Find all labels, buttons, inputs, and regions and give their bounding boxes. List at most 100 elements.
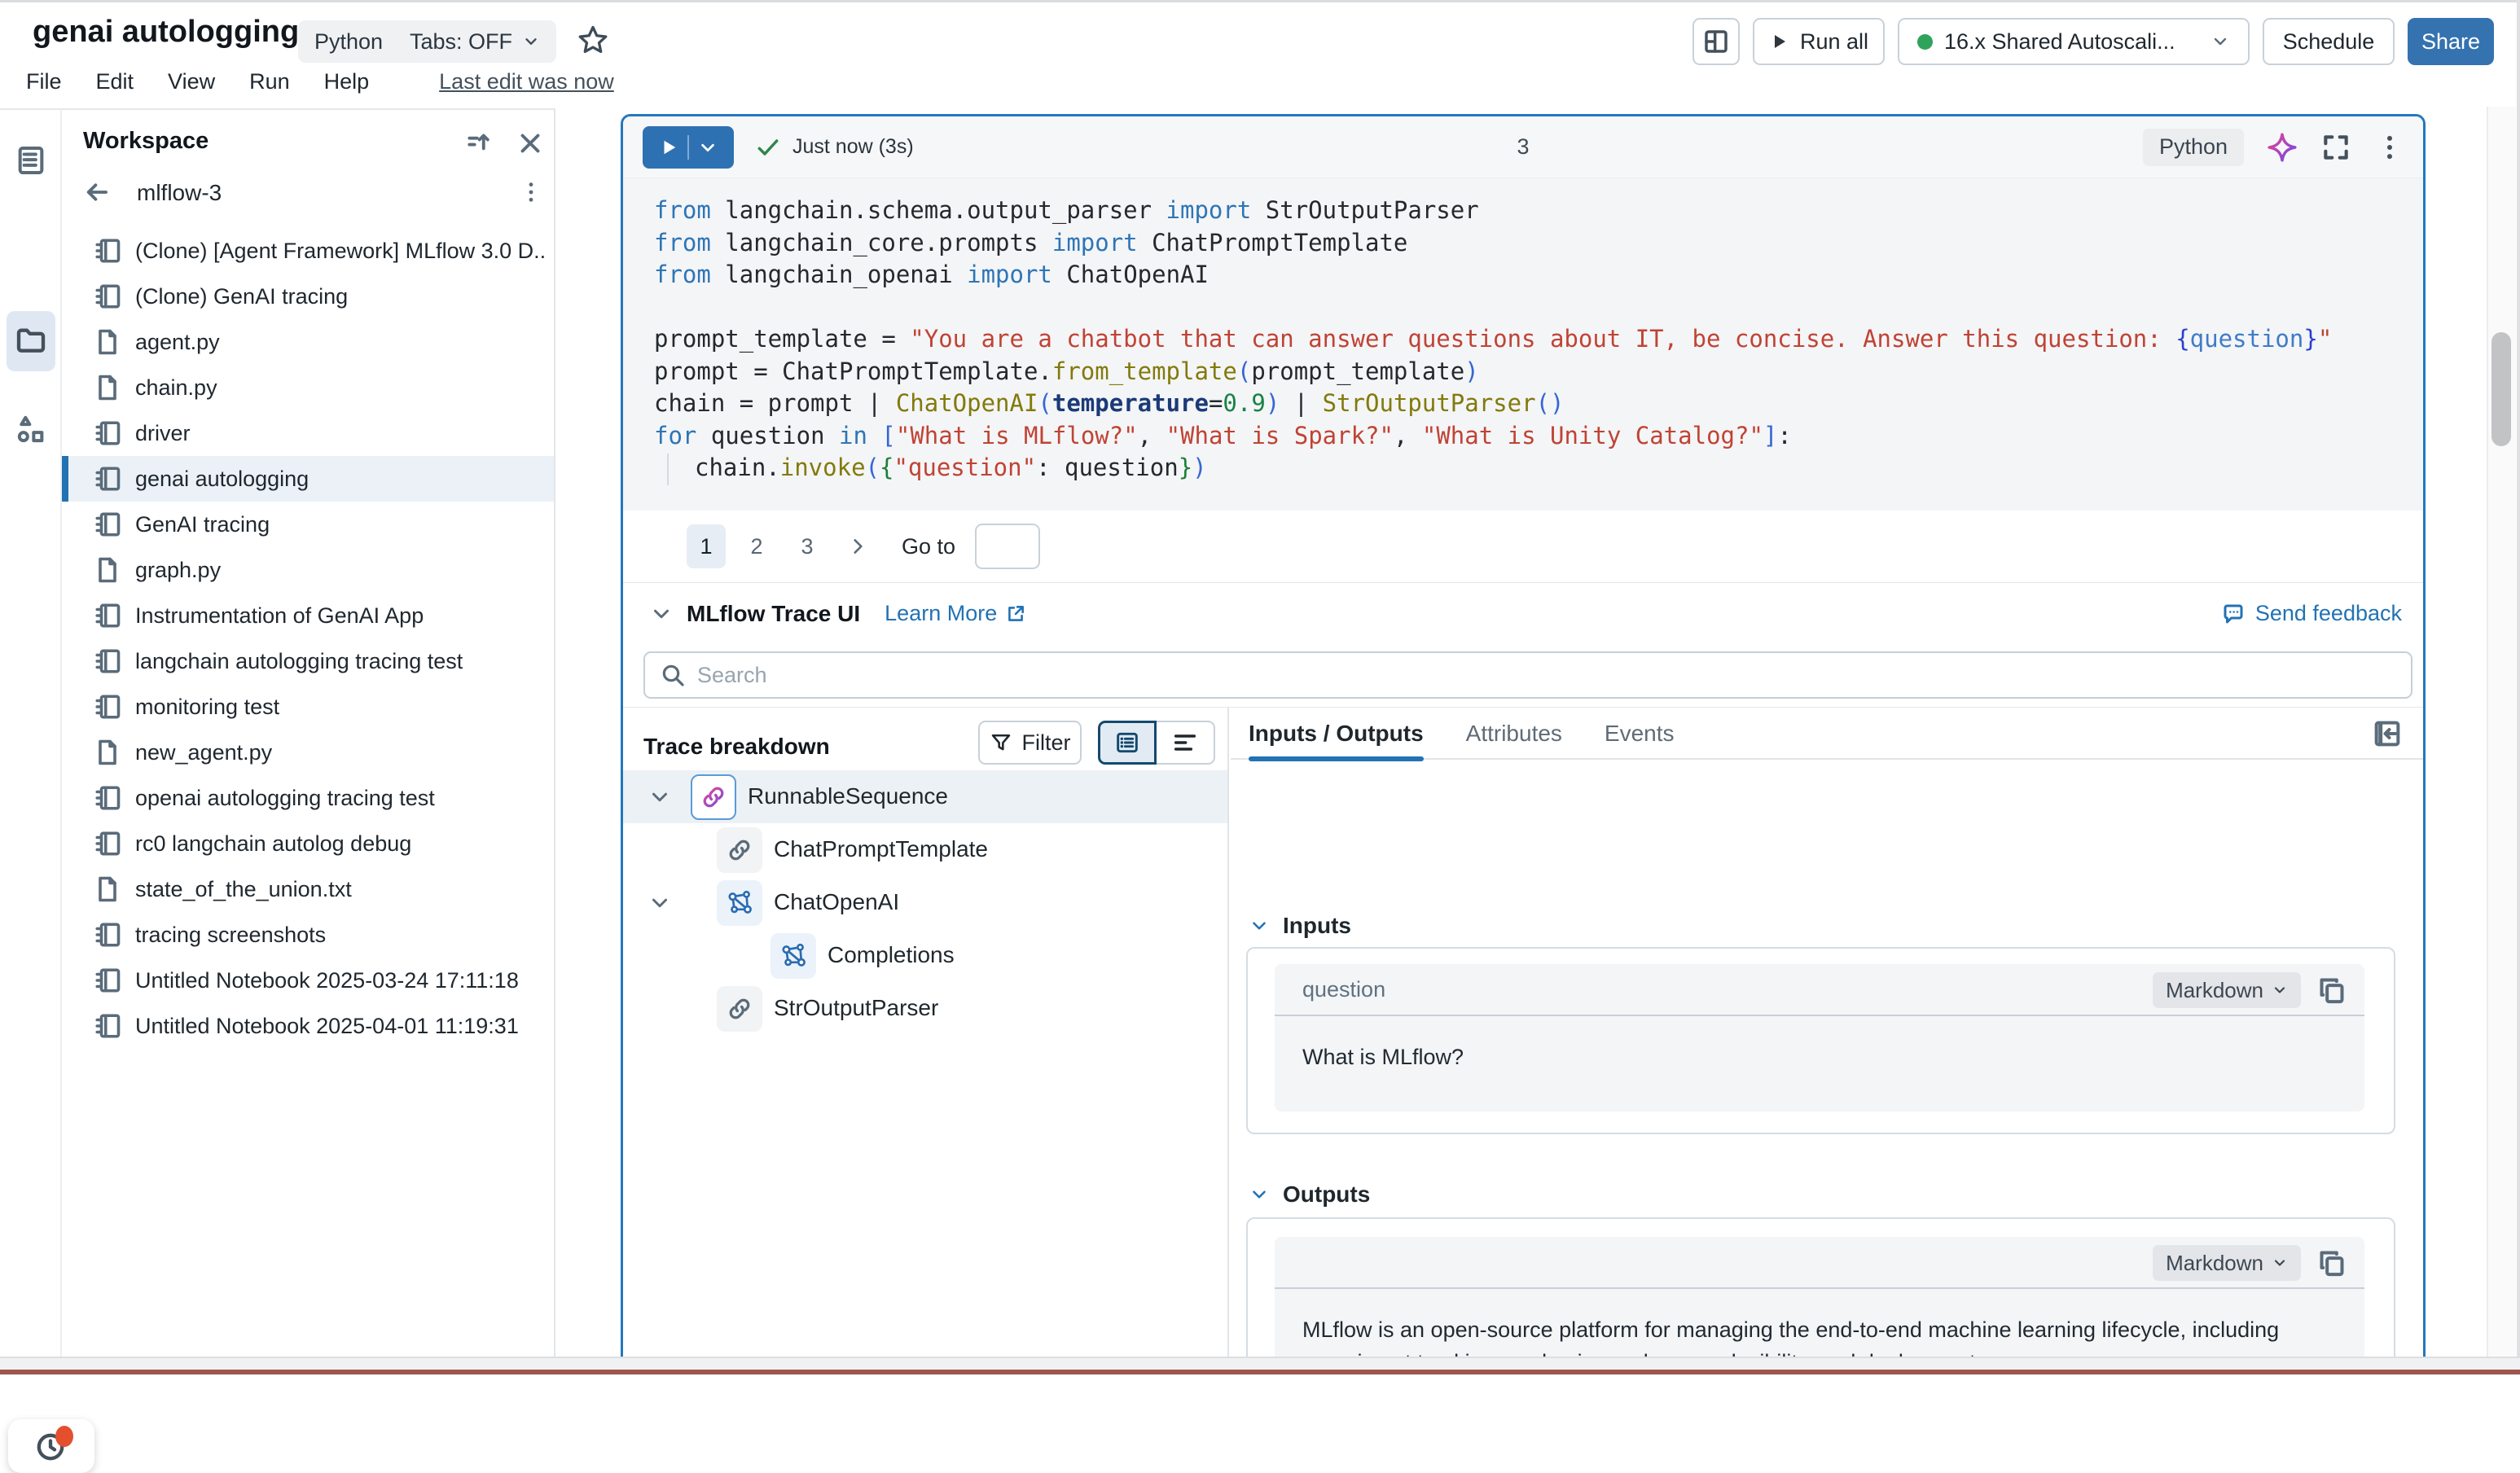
workspace-item[interactable]: (Clone) GenAI tracing <box>62 274 554 319</box>
cluster-name: 16.x Shared Autoscali... <box>1944 29 2199 55</box>
workspace-item-label: Instrumentation of GenAI App <box>135 603 546 629</box>
trace-span-runnablesequence[interactable]: RunnableSequence <box>623 770 1227 823</box>
workspace-folder-icon[interactable] <box>15 325 47 357</box>
workspace-item[interactable]: rc0 langchain autolog debug <box>62 821 554 866</box>
tabs-toggle[interactable]: Tabs: OFF <box>393 20 556 63</box>
folder-kebab-menu-icon[interactable] <box>518 177 544 208</box>
menu-edit[interactable]: Edit <box>96 69 134 94</box>
workspace-item[interactable]: graph.py <box>62 547 554 593</box>
cell-language-label: Python <box>2159 134 2228 160</box>
workspace-item[interactable]: monitoring test <box>62 684 554 730</box>
left-icon-rail <box>0 108 62 1357</box>
scrollbar-thumb[interactable] <box>2491 332 2511 446</box>
collapse-panel-icon[interactable] <box>2371 717 2404 750</box>
tab-attributes[interactable]: Attributes <box>1466 708 1562 760</box>
filter-button[interactable]: Filter <box>978 721 1082 765</box>
run-all-button[interactable]: Run all <box>1753 18 1885 65</box>
menu-run[interactable]: Run <box>249 69 290 94</box>
notebook-icon <box>93 966 122 995</box>
workspace-item[interactable]: state_of_the_union.txt <box>62 866 554 912</box>
detail-view-toggle[interactable] <box>1098 721 1157 765</box>
outputs-field-header: Markdown <box>1275 1237 2364 1289</box>
render-format-dropdown[interactable]: Markdown <box>2153 1245 2301 1281</box>
inputs-card: question Markdown What is MLflow? <box>1246 947 2395 1134</box>
timeline-view-toggle[interactable] <box>1157 721 1215 765</box>
next-page-button[interactable] <box>838 524 877 568</box>
notebook-icon <box>93 1011 122 1041</box>
share-button[interactable]: Share <box>2408 18 2494 65</box>
notebook-list-icon[interactable] <box>15 144 47 177</box>
trace-span-chatprompttemplate[interactable]: ChatPromptTemplate <box>623 823 1227 876</box>
render-format-value: Markdown <box>2166 978 2263 1003</box>
last-edit-link[interactable]: Last edit was now <box>439 69 614 94</box>
trace-breakdown-pane: Trace breakdown Filter RunnableSequenceC… <box>623 708 1229 1357</box>
experiments-icon[interactable] <box>15 413 47 445</box>
workspace-item[interactable]: GenAI tracing <box>62 502 554 547</box>
inputs-section-header[interactable]: Inputs <box>1249 913 1351 939</box>
notebook-icon <box>93 920 122 949</box>
workspace-item[interactable]: tracing screenshots <box>62 912 554 958</box>
render-format-value: Markdown <box>2166 1251 2263 1276</box>
scrollbar-track[interactable] <box>2487 107 2516 1357</box>
trace-span-chatopenai[interactable]: ChatOpenAI <box>623 876 1227 929</box>
sort-icon[interactable] <box>464 128 495 159</box>
chevron-down-icon <box>1249 915 1270 936</box>
chevron-down-icon[interactable] <box>648 785 672 809</box>
send-feedback-link[interactable]: Send feedback <box>2221 601 2402 626</box>
workspace-item-label: openai autologging tracing test <box>135 786 546 811</box>
chevron-down-icon[interactable] <box>648 891 672 915</box>
cell-code-editor[interactable]: from langchain.schema.output_parser impo… <box>623 178 2423 511</box>
code-line: prompt = ChatPromptTemplate.from_templat… <box>654 356 2332 388</box>
cluster-selector[interactable]: 16.x Shared Autoscali... <box>1898 18 2250 65</box>
notebook-icon <box>93 236 122 265</box>
collapse-chevron-icon[interactable] <box>649 602 674 626</box>
workspace-item[interactable]: Untitled Notebook 2025-04-01 11:19:31 <box>62 1003 554 1049</box>
menu-view[interactable]: View <box>168 69 215 94</box>
expand-fullscreen-icon[interactable] <box>2320 132 2351 163</box>
schedule-button[interactable]: Schedule <box>2263 18 2395 65</box>
page-button-3[interactable]: 3 <box>788 524 827 568</box>
workspace-item[interactable]: agent.py <box>62 319 554 365</box>
recents-clock-button[interactable] <box>8 1419 94 1473</box>
workspace-item[interactable]: genai autologging <box>62 456 554 502</box>
view-toggle-group <box>1098 721 1215 765</box>
chevron-down-icon <box>522 33 540 50</box>
code-line: chain.invoke({"question": question}) <box>654 452 2332 485</box>
render-format-dropdown[interactable]: Markdown <box>2153 972 2301 1008</box>
chain-link-icon <box>717 986 762 1032</box>
favorite-star-icon[interactable] <box>575 23 611 59</box>
page-button-2[interactable]: 2 <box>737 524 776 568</box>
close-icon[interactable] <box>515 128 546 159</box>
chain-link-icon <box>717 827 762 873</box>
tab-inputs-outputs[interactable]: Inputs / Outputs <box>1249 708 1424 760</box>
layout-grid-button[interactable] <box>1692 18 1740 65</box>
go-to-page-input[interactable] <box>975 524 1040 569</box>
current-folder-name[interactable]: mlflow-3 <box>137 180 222 206</box>
back-arrow-icon[interactable] <box>81 177 112 208</box>
workspace-item[interactable]: openai autologging tracing test <box>62 775 554 821</box>
notebook-header: genai autologging Python Tabs: OFF FileE… <box>0 0 2520 107</box>
menu-help[interactable]: Help <box>324 69 370 94</box>
outputs-section-header[interactable]: Outputs <box>1249 1181 1370 1208</box>
copy-icon[interactable] <box>2316 974 2348 1006</box>
tab-events[interactable]: Events <box>1605 708 1675 760</box>
search-input[interactable] <box>697 663 2411 688</box>
trace-span-completions[interactable]: Completions <box>623 929 1227 982</box>
workspace-item[interactable]: (Clone) [Agent Framework] MLflow 3.0 D..… <box>62 228 554 274</box>
workspace-item[interactable]: langchain autologging tracing test <box>62 638 554 684</box>
inputs-field-block: question Markdown What is MLflow? <box>1275 964 2364 1111</box>
menu-file[interactable]: File <box>26 69 62 94</box>
page-button-1[interactable]: 1 <box>687 524 726 568</box>
workspace-item[interactable]: Untitled Notebook 2025-03-24 17:11:18 <box>62 958 554 1003</box>
assistant-sparkle-icon[interactable] <box>2267 132 2298 163</box>
cell-kebab-menu-icon[interactable] <box>2374 132 2405 163</box>
trace-span-stroutputparser[interactable]: StrOutputParser <box>623 982 1227 1035</box>
copy-icon[interactable] <box>2316 1247 2348 1279</box>
cell-language-badge[interactable]: Python <box>2143 129 2244 166</box>
tabs-toggle-label: Tabs: OFF <box>410 29 512 55</box>
workspace-item[interactable]: driver <box>62 410 554 456</box>
workspace-item[interactable]: chain.py <box>62 365 554 410</box>
workspace-item[interactable]: Instrumentation of GenAI App <box>62 593 554 638</box>
workspace-item[interactable]: new_agent.py <box>62 730 554 775</box>
learn-more-link[interactable]: Learn More <box>885 601 1026 626</box>
